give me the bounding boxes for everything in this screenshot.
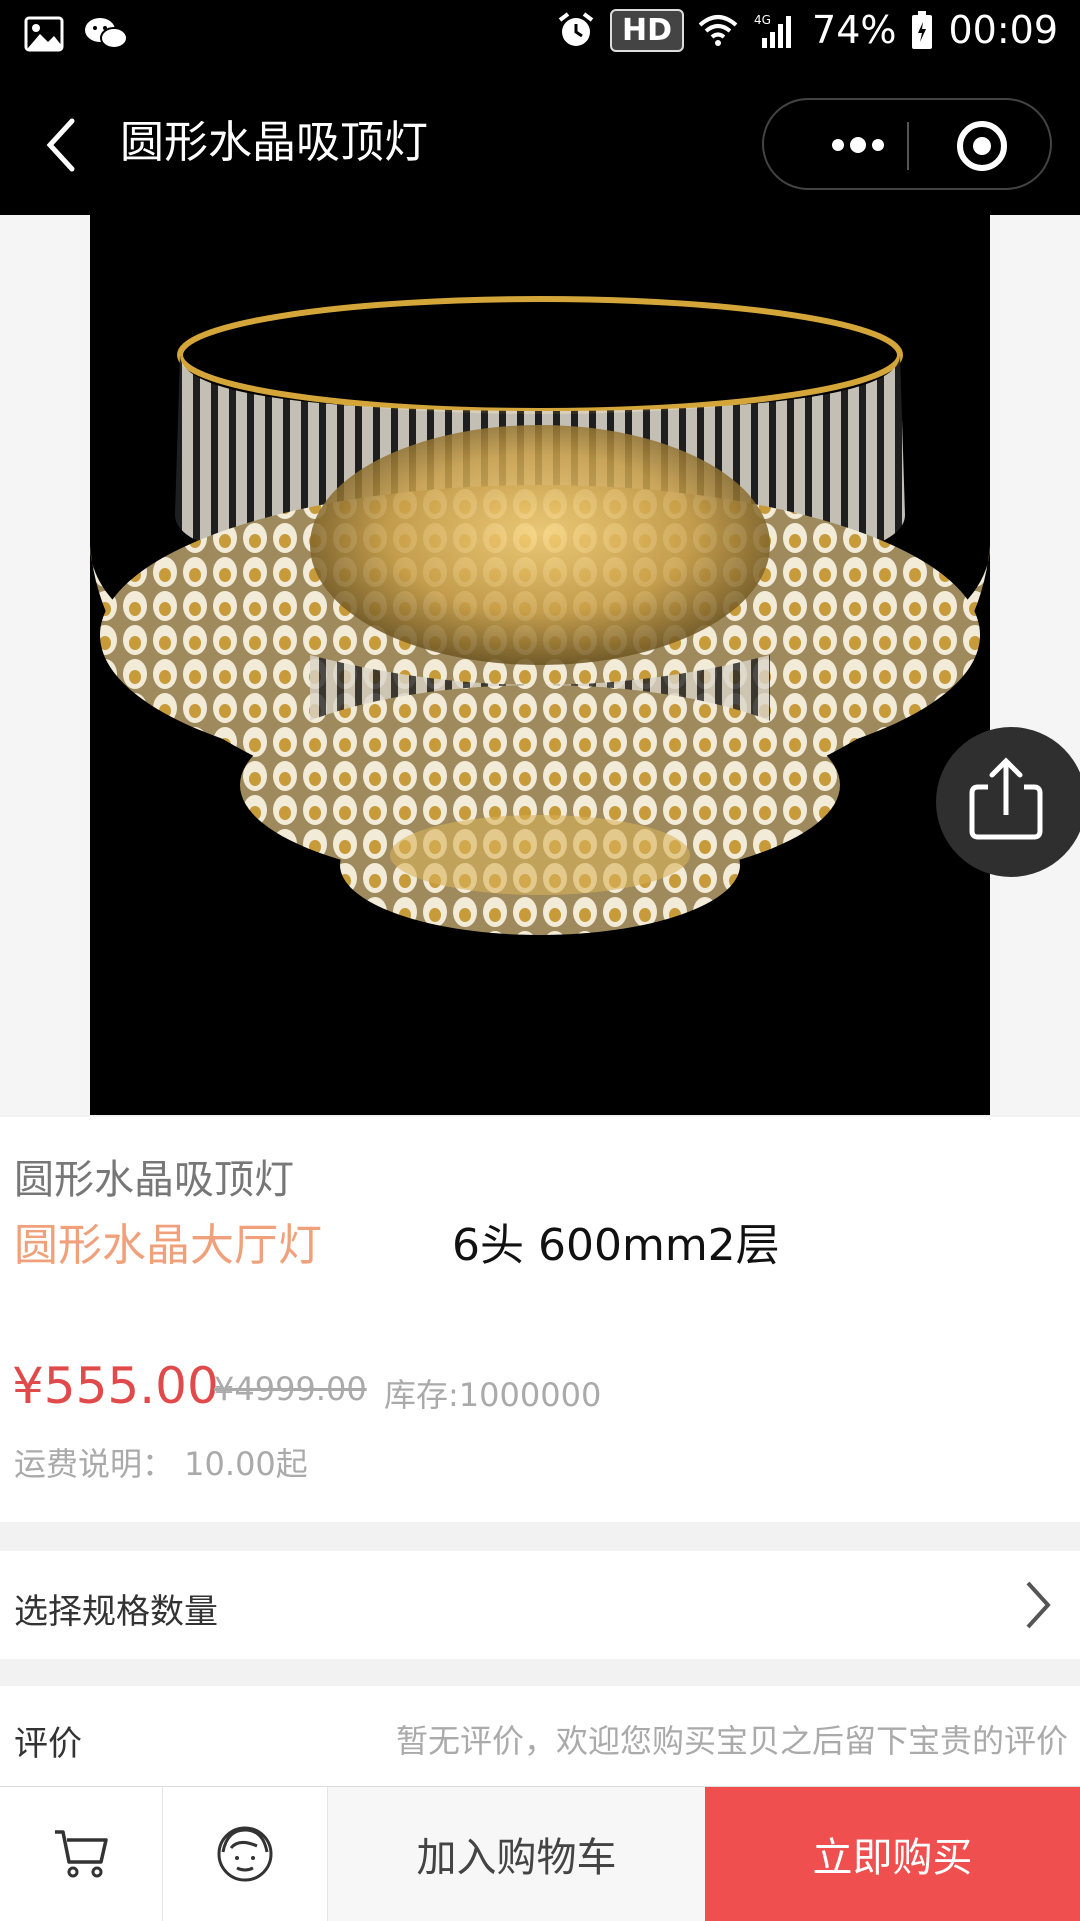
product-image xyxy=(90,215,990,1115)
product-subtitle: 圆形水晶大厅灯 xyxy=(14,1220,322,1271)
wechat-icon xyxy=(84,12,128,56)
bottom-action-bar: 加入购物车 立即购买 xyxy=(0,1786,1080,1921)
hd-badge: HD xyxy=(610,8,685,52)
product-gallery[interactable] xyxy=(0,215,1080,1115)
battery-percent: 74% xyxy=(812,8,897,52)
shipping-info: 运费说明： 10.00起 xyxy=(14,1445,308,1483)
clock: 00:09 xyxy=(948,8,1058,52)
wifi-icon xyxy=(696,8,740,52)
image-icon xyxy=(22,12,66,56)
customer-service-icon xyxy=(217,1826,273,1882)
customer-service-button[interactable] xyxy=(163,1787,328,1921)
alarm-icon xyxy=(554,8,598,52)
nav-bar: 圆形水晶吸顶灯 xyxy=(0,70,1080,215)
chevron-right-icon xyxy=(1018,1577,1058,1633)
share-icon xyxy=(969,757,1043,840)
stock: 库存:1000000 xyxy=(384,1376,602,1414)
product-spec: 6头 600mm2层 xyxy=(452,1220,780,1271)
add-to-cart-button[interactable]: 加入购物车 xyxy=(328,1787,705,1921)
capsule-divider xyxy=(907,122,909,170)
battery-icon xyxy=(908,8,936,52)
original-price: ¥4999.00 xyxy=(214,1370,367,1408)
product-info: 圆形水晶吸顶灯 圆形水晶大厅灯 6头 600mm2层 ¥555.00 ¥4999… xyxy=(0,1117,1080,1522)
select-spec-row[interactable]: 选择规格数量 xyxy=(0,1551,1080,1659)
signal-icon: 4G xyxy=(752,8,800,52)
product-name: 圆形水晶吸顶灯 xyxy=(14,1157,294,1203)
target-icon[interactable] xyxy=(954,118,1010,174)
status-bar: HD 4G 74% 00:09 xyxy=(0,0,1080,70)
back-icon[interactable] xyxy=(38,115,88,175)
svg-text:4G: 4G xyxy=(754,13,771,27)
price: ¥555.00 xyxy=(12,1357,219,1415)
mini-program-capsule xyxy=(762,98,1052,190)
review-row[interactable]: 评价 暂无评价，欢迎您购买宝贝之后留下宝贵的评价 xyxy=(0,1686,1080,1786)
cart-icon xyxy=(55,1830,108,1878)
cart-button[interactable] xyxy=(0,1787,163,1921)
more-icon[interactable] xyxy=(804,120,904,170)
share-button[interactable] xyxy=(936,727,1080,877)
buy-now-button[interactable]: 立即购买 xyxy=(705,1787,1080,1921)
page-title: 圆形水晶吸顶灯 xyxy=(120,117,428,168)
select-spec-label: 选择规格数量 xyxy=(14,1592,218,1632)
review-label: 评价 xyxy=(14,1724,82,1764)
review-empty-message: 暂无评价，欢迎您购买宝贝之后留下宝贵的评价 xyxy=(395,1722,1068,1760)
